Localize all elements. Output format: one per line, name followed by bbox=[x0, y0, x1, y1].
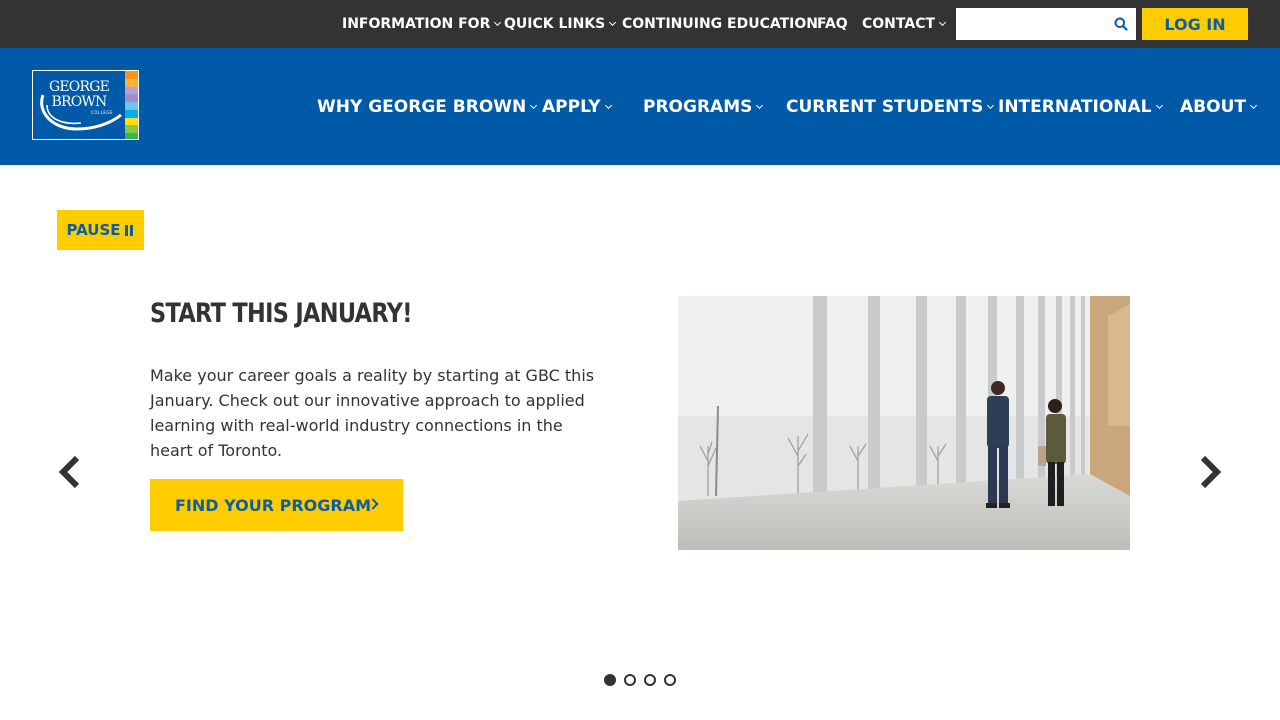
george-brown-logo[interactable]: GEORGE BROWN COLLEGE bbox=[32, 70, 139, 140]
carousel-dot-2[interactable] bbox=[624, 674, 636, 686]
main-header: GEORGE BROWN COLLEGE WHY GEORGE BROWN AP… bbox=[0, 48, 1280, 165]
nav-why-george-brown[interactable]: WHY GEORGE BROWN bbox=[317, 96, 538, 118]
logo-color-stripes bbox=[125, 71, 138, 139]
search-button[interactable] bbox=[1106, 8, 1136, 40]
topnav-information-for[interactable]: INFORMATION FOR bbox=[342, 0, 502, 48]
search-icon bbox=[1114, 17, 1128, 31]
topnav-quick-links[interactable]: QUICK LINKS bbox=[504, 0, 617, 48]
logo-line-2: BROWN bbox=[51, 94, 108, 110]
carousel-next-button[interactable] bbox=[1190, 452, 1230, 492]
topnav-information-for-label: INFORMATION FOR bbox=[342, 16, 491, 32]
nav-international[interactable]: INTERNATIONAL bbox=[998, 96, 1163, 118]
topnav-continuing-education[interactable]: CONTINUING EDUCATION bbox=[622, 0, 818, 48]
search-box bbox=[956, 8, 1136, 40]
search-input[interactable] bbox=[956, 8, 1106, 40]
nav-current-students[interactable]: CURRENT STUDENTS bbox=[786, 96, 995, 118]
nav-about-label: ABOUT bbox=[1180, 97, 1246, 117]
carousel-dot-3[interactable] bbox=[644, 674, 656, 686]
chevron-down-icon bbox=[1155, 101, 1163, 110]
carousel-prev-button[interactable] bbox=[50, 452, 90, 492]
cta-label: FIND YOUR PROGRAM bbox=[175, 495, 372, 515]
carousel-pause-button[interactable]: PAUSE bbox=[57, 210, 144, 250]
topnav-contact[interactable]: CONTACT bbox=[862, 0, 947, 48]
topnav-faq-label: FAQ bbox=[817, 16, 848, 32]
topnav-faq[interactable]: FAQ bbox=[817, 0, 848, 48]
students-walking-photo bbox=[678, 296, 1130, 550]
slide-body: Make your career goals a reality by star… bbox=[150, 366, 595, 460]
chevron-down-icon bbox=[1249, 101, 1258, 110]
find-your-program-button[interactable]: FIND YOUR PROGRAM bbox=[150, 479, 403, 531]
carousel-dot-4[interactable] bbox=[664, 674, 676, 686]
topnav-continuing-education-label: CONTINUING EDUCATION bbox=[622, 16, 818, 32]
chevron-down-icon bbox=[530, 101, 538, 110]
carousel-dot-1[interactable] bbox=[604, 674, 616, 686]
nav-apply[interactable]: APPLY bbox=[542, 96, 612, 118]
pause-icon bbox=[124, 224, 135, 236]
chevron-down-icon bbox=[756, 101, 764, 110]
nav-programs[interactable]: PROGRAMS bbox=[643, 96, 764, 118]
chevron-right-icon bbox=[1200, 455, 1222, 489]
nav-international-label: INTERNATIONAL bbox=[998, 97, 1152, 117]
logo-line-3: COLLEGE bbox=[91, 110, 114, 115]
carousel-indicators bbox=[604, 674, 676, 686]
login-button[interactable]: LOG IN bbox=[1142, 8, 1248, 40]
utility-bar: INFORMATION FOR QUICK LINKS CONTINUING E… bbox=[0, 0, 1280, 48]
slide-photo bbox=[678, 296, 1130, 550]
chevron-left-icon bbox=[58, 455, 80, 489]
chevron-down-icon bbox=[609, 18, 617, 27]
pause-label: PAUSE bbox=[66, 221, 121, 239]
logo-line-1: GEORGE bbox=[48, 79, 110, 95]
topnav-quick-links-label: QUICK LINKS bbox=[504, 16, 606, 32]
nav-about[interactable]: ABOUT bbox=[1180, 96, 1258, 118]
nav-programs-label: PROGRAMS bbox=[643, 97, 753, 117]
nav-apply-label: APPLY bbox=[542, 97, 601, 117]
chevron-down-icon bbox=[494, 18, 502, 27]
chevron-down-icon bbox=[604, 101, 612, 110]
chevron-down-icon bbox=[987, 101, 995, 110]
topnav-contact-label: CONTACT bbox=[862, 16, 936, 32]
chevron-down-icon bbox=[938, 18, 947, 27]
nav-why-george-brown-label: WHY GEORGE BROWN bbox=[317, 97, 527, 117]
nav-current-students-label: CURRENT STUDENTS bbox=[786, 97, 984, 117]
slide-title: START THIS JANUARY! bbox=[150, 298, 413, 329]
